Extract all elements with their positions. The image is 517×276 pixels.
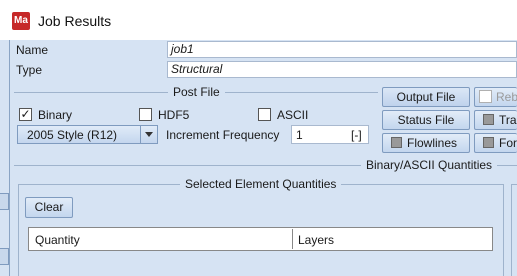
forces-button[interactable]: Forc — [474, 133, 517, 153]
increment-frequency-label: Increment Frequency — [166, 128, 280, 142]
hdf5-label: HDF5 — [158, 108, 190, 122]
binary-label: Binary — [38, 108, 73, 122]
window-title: Job Results — [38, 13, 112, 29]
adjacent-group — [511, 184, 517, 276]
element-quantities-label: Selected Element Quantities — [180, 177, 342, 191]
increment-unit: [-] — [351, 128, 362, 142]
flowlines-indicator — [391, 137, 402, 148]
type-field: Structural — [167, 61, 517, 78]
binary-checkbox[interactable]: ✓ — [19, 108, 32, 121]
app-icon: Ma — [12, 12, 30, 30]
output-file-button[interactable]: Output File — [382, 87, 470, 107]
flowlines-label: Flowlines — [407, 136, 458, 150]
ascii-label: ASCII — [277, 108, 309, 122]
name-field[interactable]: job1 — [167, 41, 517, 58]
rebar-button[interactable]: Reba — [474, 87, 517, 107]
dropdown-divider — [140, 126, 141, 143]
background-tab[interactable] — [0, 193, 9, 210]
increment-frequency-value: 1 — [296, 128, 303, 142]
name-label: Name — [16, 43, 49, 57]
status-file-button[interactable]: Status File — [382, 110, 470, 130]
ascii-checkbox[interactable] — [258, 108, 271, 121]
tracking-label: Trac — [499, 113, 517, 127]
clear-button[interactable]: Clear — [25, 197, 73, 218]
quantities-table-header — [28, 227, 493, 251]
column-quantity[interactable]: Quantity — [35, 233, 80, 247]
quantities-label: Binary/ASCII Quantities — [361, 158, 498, 172]
chevron-down-icon[interactable] — [145, 132, 153, 137]
post-style-value: 2005 Style (R12) — [27, 128, 118, 142]
post-file-label: Post File — [168, 85, 225, 99]
column-divider[interactable] — [292, 229, 293, 249]
forces-indicator — [483, 137, 494, 148]
rebar-label: Reba — [496, 90, 517, 104]
forces-label: Forc — [499, 136, 517, 150]
flowlines-button[interactable]: Flowlines — [382, 133, 470, 153]
type-label: Type — [16, 63, 43, 77]
hdf5-checkbox[interactable] — [139, 108, 152, 121]
quantities-table-body — [28, 251, 493, 276]
background-tab[interactable] — [0, 248, 9, 265]
background-window — [0, 40, 9, 276]
tracking-indicator — [483, 114, 494, 125]
column-layers[interactable]: Layers — [298, 233, 334, 247]
tracking-button[interactable]: Trac — [474, 110, 517, 130]
rebar-checkbox[interactable] — [479, 90, 492, 103]
